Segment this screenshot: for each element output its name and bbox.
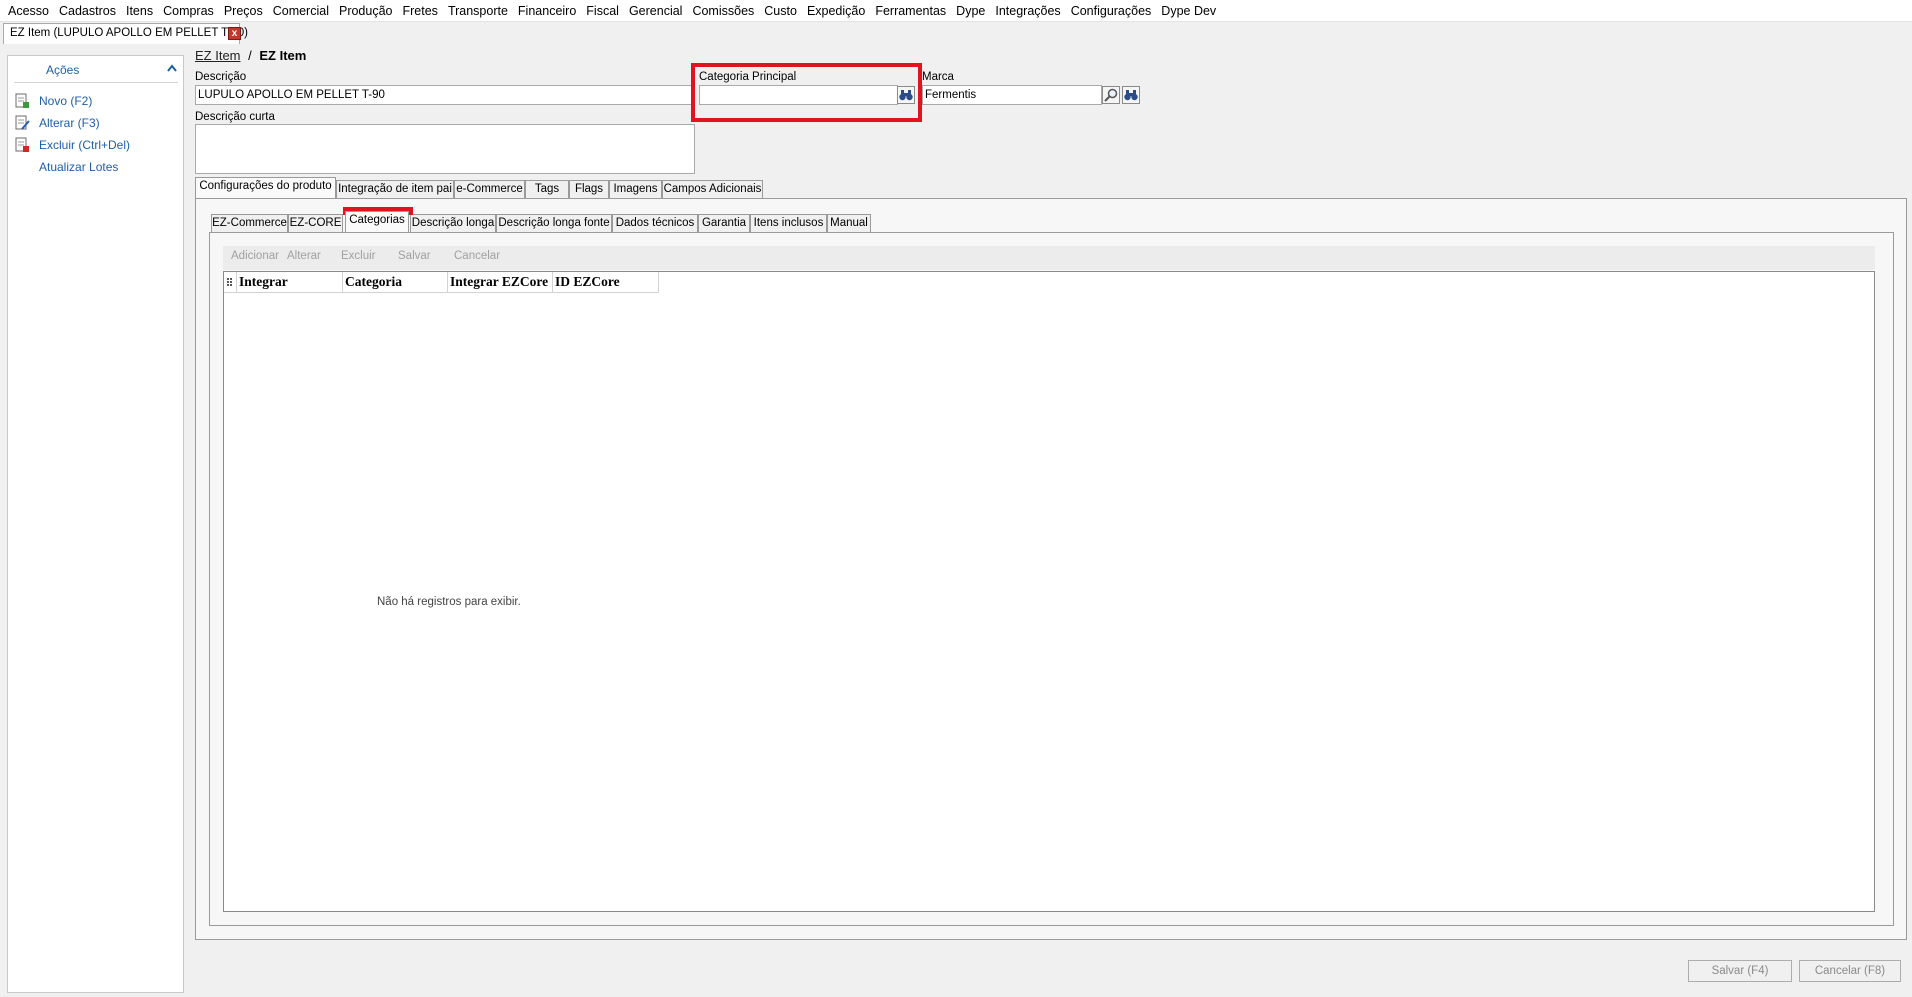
cancelar-f8-button[interactable]: Cancelar (F8) [1799,960,1901,982]
empty-message: Não há registros para exibir. [377,596,521,608]
breadcrumb-current: EZ Item [259,48,307,63]
tab-tags[interactable]: Tags [525,180,569,199]
blank-icon [14,159,30,175]
tab-configuracoes-do-produto[interactable]: Configurações do produto [195,177,336,198]
menu-transporte[interactable]: Transporte [443,1,513,21]
menu-bar: Acesso Cadastros Itens Compras Preços Co… [0,0,1912,22]
descricao-curta-field[interactable] [195,124,695,174]
marca-label: Marca [922,71,954,83]
document-tab[interactable]: EZ Item (LUPULO APOLLO EM PELLET T-90) x [3,23,248,44]
menu-producao[interactable]: Produção [334,1,398,21]
salvar-f4-button[interactable]: Salvar (F4) [1688,960,1792,982]
action-excluir[interactable]: Excluir (Ctrl+Del) [14,136,179,154]
salvar-button[interactable]: Salvar [398,250,431,262]
close-icon[interactable]: x [228,27,241,40]
menu-financeiro[interactable]: Financeiro [513,1,581,21]
lookup-button[interactable] [1102,86,1120,104]
binoculars-icon [899,90,913,101]
categorias-grid: Integrar Categoria Integrar EZCore ID EZ… [223,271,1875,912]
menu-comissoes[interactable]: Comissões [687,1,759,21]
menu-dype[interactable]: Dype [951,1,990,21]
excluir-button[interactable]: Excluir [341,250,376,262]
action-novo[interactable]: Novo (F2) [14,92,179,110]
menu-dype-dev[interactable]: Dype Dev [1156,1,1221,21]
menu-cadastros[interactable]: Cadastros [54,1,121,21]
alterar-button[interactable]: Alterar [287,250,321,262]
action-atualizar-lotes[interactable]: Atualizar Lotes [14,158,179,176]
menu-custo[interactable]: Custo [759,1,802,21]
descricao-field[interactable]: LUPULO APOLLO EM PELLET T-90 [195,85,695,105]
binoculars-icon [1124,90,1138,101]
tab-itens-inclusos[interactable]: Itens inclusos [750,214,827,233]
action-label: Novo (F2) [39,94,93,108]
tab-dados-tecnicos[interactable]: Dados técnicos [612,214,698,233]
breadcrumb: EZ Item / EZ Item [195,48,306,63]
menu-acesso[interactable]: Acesso [3,1,54,21]
sidebar-header[interactable]: Ações [8,56,183,82]
tab-garantia[interactable]: Garantia [698,214,750,233]
categoria-principal-label: Categoria Principal [699,71,797,83]
adicionar-button[interactable]: Adicionar [231,250,279,262]
column-chooser-handle[interactable] [224,272,237,293]
tab-descricao-longa[interactable]: Descrição longa [410,214,496,233]
tab-descricao-longa-fonte[interactable]: Descrição longa fonte [496,214,612,233]
grip-icon [227,278,232,286]
tab-ez-core[interactable]: EZ-CORE [288,214,343,233]
action-label: Atualizar Lotes [39,160,119,174]
binoculars-search-button[interactable] [897,86,915,104]
menu-comercial[interactable]: Comercial [268,1,334,21]
sidebar-title: Ações [46,63,80,77]
menu-gerencial[interactable]: Gerencial [624,1,688,21]
tab-ez-commerce[interactable]: EZ-Commerce [211,214,288,233]
magnifier-icon [1104,88,1118,102]
document-tab-title: EZ Item (LUPULO APOLLO EM PELLET T-90) [10,27,248,39]
tab-flags[interactable]: Flags [569,180,609,199]
edit-document-icon [15,115,30,130]
breadcrumb-link[interactable]: EZ Item [195,48,241,63]
tab-manual[interactable]: Manual [827,214,871,233]
menu-integracoes[interactable]: Integrações [990,1,1065,21]
menu-itens[interactable]: Itens [121,1,158,21]
action-label: Alterar (F3) [39,116,100,130]
column-header-integrar[interactable]: Integrar [237,272,343,293]
tab-imagens[interactable]: Imagens [609,180,662,199]
column-header-categoria[interactable]: Categoria [343,272,448,293]
action-alterar[interactable]: Alterar (F3) [14,114,179,132]
tab-integracao-de-item-pai[interactable]: Integração de item pai [336,180,454,199]
binoculars-search-button[interactable] [1122,86,1140,104]
menu-ferramentas[interactable]: Ferramentas [870,1,951,21]
delete-document-icon [15,137,29,152]
column-header-id-ezcore[interactable]: ID EZCore [553,272,659,293]
document-tab-bar: EZ Item (LUPULO APOLLO EM PELLET T-90) x [0,22,1912,44]
tab-categorias[interactable]: Categorias [345,211,409,232]
tab-e-commerce[interactable]: e-Commerce [454,180,525,199]
descricao-curta-label: Descrição curta [195,111,275,123]
tab-campos-adicionais[interactable]: Campos Adicionais [662,180,763,199]
menu-fretes[interactable]: Fretes [398,1,443,21]
menu-expedicao[interactable]: Expedição [802,1,870,21]
actions-sidebar: Ações Novo (F2) Alterar (F3) Excluir (Ct… [7,55,184,993]
grid-toolbar: Adicionar Alterar Excluir Salvar Cancela… [223,246,1875,270]
descricao-label: Descrição [195,71,247,83]
column-header-integrar-ezcore[interactable]: Integrar EZCore [448,272,553,293]
breadcrumb-separator: / [248,48,252,63]
divider [14,82,178,83]
marca-field[interactable]: Fermentis [922,85,1102,105]
menu-precos[interactable]: Preços [219,1,268,21]
new-document-icon [15,93,29,108]
categoria-principal-field[interactable] [699,85,898,105]
menu-fiscal[interactable]: Fiscal [581,1,624,21]
menu-compras[interactable]: Compras [158,1,219,21]
menu-configuracoes[interactable]: Configurações [1066,1,1157,21]
chevron-up-icon[interactable] [166,63,178,73]
action-label: Excluir (Ctrl+Del) [39,138,131,152]
cancelar-button[interactable]: Cancelar [454,250,500,262]
